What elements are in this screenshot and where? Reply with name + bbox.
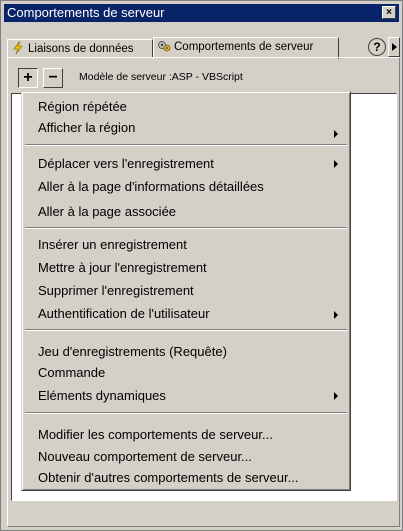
menu-separator: [25, 329, 347, 331]
menu-item-update-record[interactable]: Mettre à jour l'enregistrement: [38, 258, 207, 278]
menu-item-go-to-related-page[interactable]: Aller à la page associée: [38, 202, 176, 222]
submenu-arrow-icon: [334, 160, 338, 168]
submenu-arrow-icon: [334, 130, 338, 138]
menu-item-repeat-region[interactable]: Région répétée: [38, 97, 127, 117]
lightning-icon: [13, 41, 23, 55]
menu-item-move-to-record[interactable]: Déplacer vers l'enregistrement: [38, 154, 214, 174]
help-button[interactable]: ?: [368, 38, 386, 56]
menu-item-get-more-server-behaviors[interactable]: Obtenir d'autres comportements de serveu…: [38, 468, 298, 488]
menu-item-label: Insérer un enregistrement: [38, 237, 187, 252]
menu-item-new-server-behavior[interactable]: Nouveau comportement de serveur...: [38, 447, 252, 467]
menu-item-label: Eléments dynamiques: [38, 388, 166, 403]
menu-item-command[interactable]: Commande: [38, 363, 105, 383]
tab-server-behaviors[interactable]: Comportements de serveur: [153, 37, 339, 59]
tab-server-behaviors-label: Comportements de serveur: [174, 41, 314, 53]
menu-item-insert-record[interactable]: Insérer un enregistrement: [38, 235, 187, 255]
menu-item-label: Aller à la page associée: [38, 204, 177, 219]
menu-item-label: Région répétée: [38, 99, 127, 114]
server-model-label: Modèle de serveur :ASP - VBScript: [79, 71, 243, 83]
menu-item-label: Supprimer l'enregistrement: [38, 283, 194, 298]
tab-bindings[interactable]: Liaisons de données: [7, 39, 153, 57]
menu-item-label: Afficher la région: [38, 120, 136, 135]
server-behaviors-icon: [158, 41, 171, 52]
menu-item-user-authentication[interactable]: Authentification de l'utilisateur: [38, 304, 210, 324]
menu-item-show-region[interactable]: Afficher la région: [38, 118, 135, 138]
menu-item-delete-record[interactable]: Supprimer l'enregistrement: [38, 281, 194, 301]
add-behavior-menu: Région répétée Afficher la région Déplac…: [21, 91, 351, 491]
menu-item-edit-server-behaviors[interactable]: Modifier les comportements de serveur...: [38, 425, 273, 445]
menu-separator: [25, 227, 347, 229]
plus-icon: +: [23, 69, 33, 86]
server-behaviors-panel: Comportements de serveur × Liaisons de d…: [0, 0, 403, 531]
menu-item-go-to-detail-page[interactable]: Aller à la page d'informations détaillée…: [38, 177, 264, 197]
close-icon: ×: [386, 7, 392, 18]
menu-item-label: Modifier les comportements de serveur...: [38, 427, 273, 442]
menu-separator: [25, 144, 347, 146]
menu-item-label: Jeu d'enregistrements (Requête): [38, 344, 227, 359]
menu-separator: [25, 412, 347, 414]
tab-bindings-label: Liaisons de données: [28, 43, 134, 55]
submenu-arrow-icon: [334, 311, 338, 319]
help-icon: ?: [373, 40, 381, 54]
menu-item-dynamic-elements[interactable]: Eléments dynamiques: [38, 386, 166, 406]
remove-behavior-button[interactable]: −: [43, 68, 63, 88]
menu-item-label: Mettre à jour l'enregistrement: [38, 260, 207, 275]
panel-titlebar[interactable]: Comportements de serveur ×: [4, 4, 399, 22]
panel-title: Comportements de serveur: [7, 5, 165, 20]
menu-item-label: Authentification de l'utilisateur: [38, 306, 210, 321]
minus-icon: −: [48, 69, 58, 86]
menu-item-label: Aller à la page d'informations détaillée…: [38, 179, 264, 194]
menu-item-label: Obtenir d'autres comportements de serveu…: [38, 470, 299, 485]
close-button[interactable]: ×: [382, 6, 396, 19]
menu-item-label: Commande: [38, 365, 106, 380]
menu-item-label: Déplacer vers l'enregistrement: [38, 156, 214, 171]
add-behavior-button[interactable]: +: [18, 68, 38, 88]
submenu-arrow-icon: [334, 392, 338, 400]
menu-item-label: Nouveau comportement de serveur...: [38, 449, 252, 464]
menu-item-recordset-query[interactable]: Jeu d'enregistrements (Requête): [38, 342, 227, 362]
panel-options-button[interactable]: [388, 37, 400, 57]
